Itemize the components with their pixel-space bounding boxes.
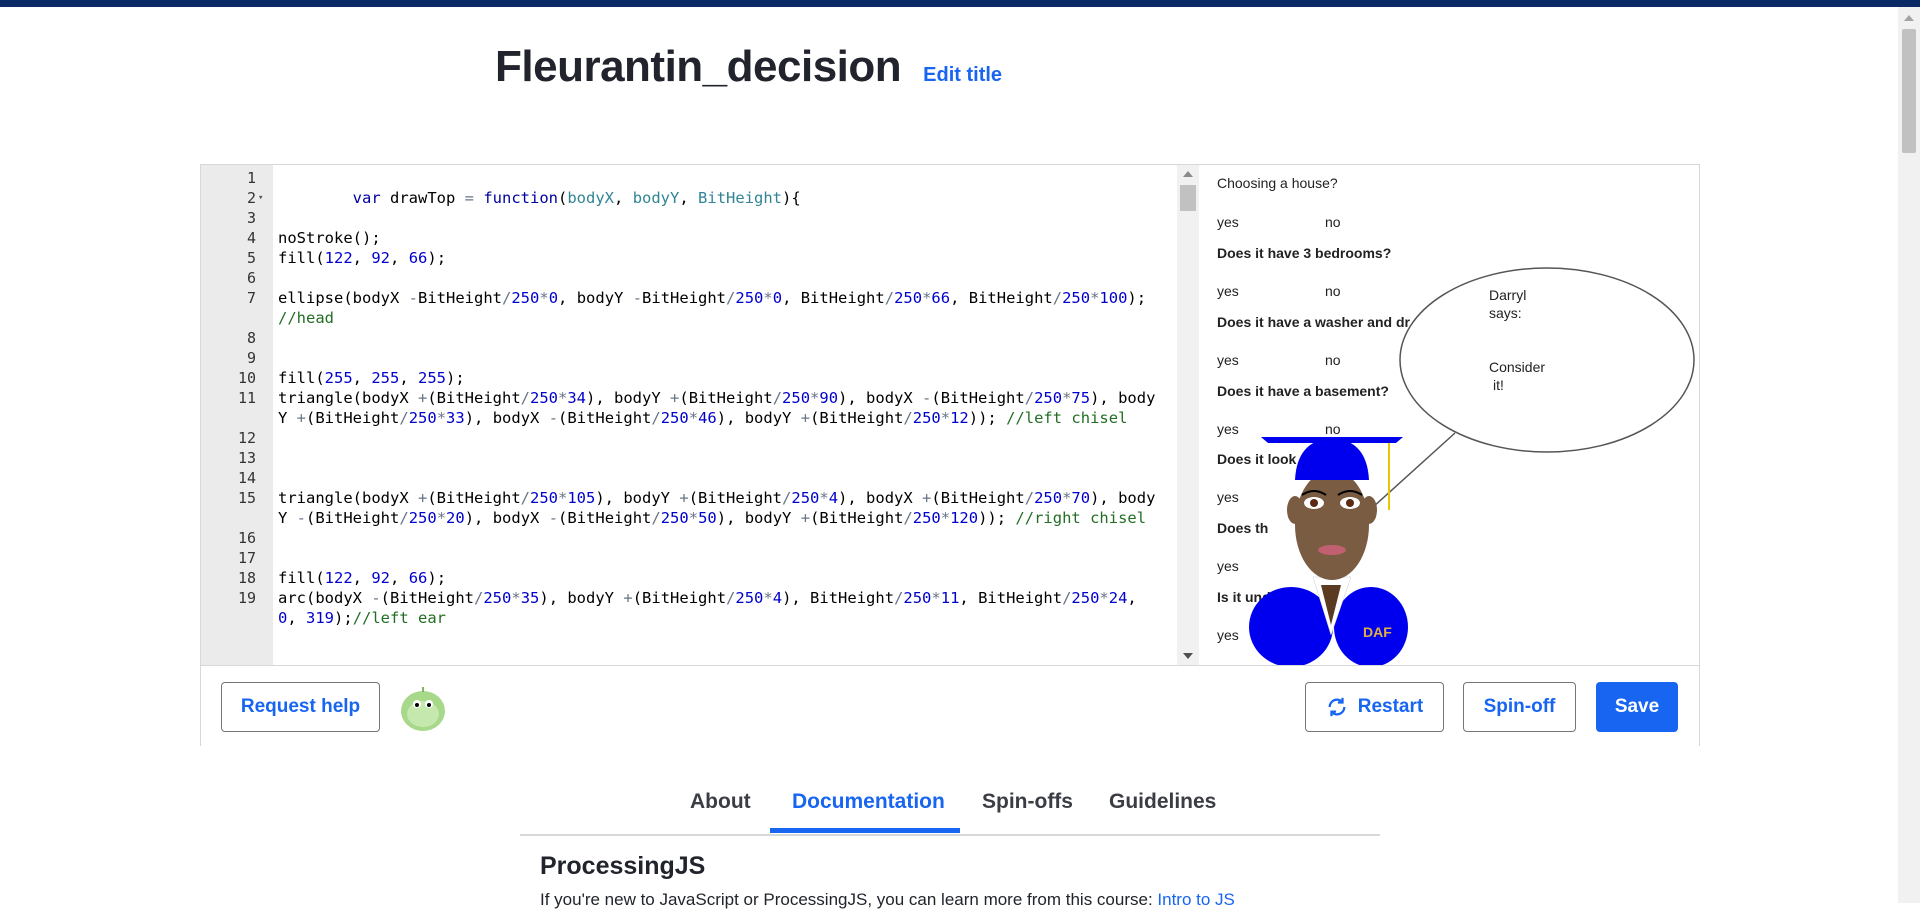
avatar-icon[interactable]	[399, 684, 447, 732]
restart-label: Restart	[1357, 696, 1424, 717]
code-text: ellipse(bodyX -BitHeight/250*0, bodyY -B…	[278, 289, 1156, 327]
code-line[interactable]: 6	[247, 268, 1163, 288]
tab-documentation[interactable]: Documentation	[792, 790, 945, 814]
bubble-text-3: Consider	[1489, 359, 1546, 375]
code-line[interactable]: 12	[238, 428, 1163, 448]
line-number: 7	[246, 289, 256, 307]
scroll-up-arrow-icon[interactable]	[1904, 15, 1914, 21]
line-number: 17	[237, 549, 256, 567]
spinoff-button[interactable]: Spin-off	[1463, 682, 1576, 732]
code-text: noStroke();	[278, 229, 381, 247]
editor-scroll-thumb[interactable]	[1180, 185, 1196, 211]
line-number: 4	[246, 229, 256, 247]
program-ide: 1 2 ▾ var drawTop = function(bodyX, bodyY…	[200, 164, 1700, 746]
active-tab-indicator	[770, 828, 960, 833]
code-line[interactable]: 4 noStroke();	[247, 228, 1163, 248]
fold-arrow-icon[interactable]: ▾	[258, 188, 263, 208]
top-bar	[0, 0, 1920, 7]
line-number: 13	[237, 449, 256, 467]
intro-to-js-link[interactable]: Intro to JS	[1157, 890, 1234, 909]
code-line[interactable]: 7 ellipse(bodyX -BitHeight/250*0, bodyY -…	[247, 288, 1163, 328]
line-number: 5	[246, 249, 256, 267]
line-number: 12	[237, 429, 256, 447]
ide-footer: Request help Restart Spin-off Save	[201, 665, 1699, 746]
code-line[interactable]: 1	[247, 168, 1163, 188]
page-scroll-thumb[interactable]	[1902, 29, 1916, 153]
code-line[interactable]: 9	[247, 348, 1163, 368]
editor-scrollbar[interactable]	[1177, 165, 1199, 665]
daf-badge: DAF	[1363, 624, 1392, 640]
code-text: fill(122, 92, 66);	[278, 569, 447, 587]
bubble-text-4: it!	[1493, 377, 1504, 393]
code-line[interactable]: 18 fill(122, 92, 66);	[238, 568, 1163, 588]
documentation-text: If you're new to JavaScript or Processin…	[540, 890, 1158, 909]
code-line[interactable]: 2 ▾ var drawTop = function(bodyX, bodyY, …	[247, 188, 1163, 208]
documentation-intro: If you're new to JavaScript or Processin…	[540, 890, 1235, 910]
code-text: triangle(bodyX +(BitHeight/250*34), body…	[278, 389, 1156, 427]
speech-bubble	[1399, 267, 1695, 453]
code-line[interactable]: 17	[238, 548, 1163, 568]
tab-spin-offs[interactable]: Spin-offs	[982, 790, 1073, 814]
scroll-down-icon[interactable]	[1183, 653, 1193, 659]
code-line[interactable]: 10 fill(255, 255, 255);	[238, 368, 1163, 388]
code-text: arc(bodyX -(BitHeight/250*35), bodyY +(B…	[278, 589, 1147, 627]
code-area[interactable]: 1 2 ▾ var drawTop = function(bodyX, bodyY…	[238, 168, 1163, 628]
code-line[interactable]: 15 triangle(bodyX +(BitHeight/250*105), b…	[238, 488, 1163, 528]
code-line[interactable]: 14	[238, 468, 1163, 488]
code-editor[interactable]: 1 2 ▾ var drawTop = function(bodyX, bodyY…	[201, 165, 1202, 665]
line-number: 6	[246, 269, 256, 287]
bubble-text-1: Darryl	[1489, 287, 1527, 303]
line-number: 15	[237, 489, 256, 507]
output-canvas[interactable]: Choosing a house? yes no Does it have 3 …	[1201, 165, 1699, 665]
code-line[interactable]: 8	[247, 328, 1163, 348]
request-help-button[interactable]: Request help	[221, 682, 380, 732]
restart-icon	[1328, 697, 1346, 717]
bubble-text-2: says:	[1489, 305, 1522, 321]
restart-button[interactable]: Restart	[1305, 682, 1444, 732]
edit-title-link[interactable]: Edit title	[923, 64, 1002, 87]
line-number: 18	[237, 569, 256, 587]
page-title: Fleurantin_decision	[495, 42, 902, 91]
code-line[interactable]: 13	[238, 448, 1163, 468]
line-number: 1	[246, 169, 256, 187]
tab-about[interactable]: About	[690, 790, 751, 814]
line-number: 11	[237, 389, 256, 407]
line-number: 16	[237, 529, 256, 547]
line-number: 3	[246, 209, 256, 227]
line-number: 2	[246, 189, 256, 207]
line-number: 10	[237, 369, 256, 387]
title-row: Fleurantin_decision Edit title	[495, 42, 1002, 92]
info-tabs: About Documentation Spin-offs Guidelines	[520, 770, 1380, 836]
scroll-up-icon[interactable]	[1183, 171, 1193, 177]
code-text: fill(122, 92, 66);	[278, 249, 447, 267]
line-number: 19	[237, 589, 256, 607]
save-button[interactable]: Save	[1596, 682, 1678, 732]
code-line[interactable]: 11 triangle(bodyX +(BitHeight/250*34), bo…	[238, 388, 1163, 428]
code-text: var drawTop = function(bodyX, bodyY, Bit…	[352, 189, 801, 207]
line-number: 8	[246, 329, 256, 347]
code-line[interactable]: 19 arc(bodyX -(BitHeight/250*35), bodyY +…	[238, 588, 1163, 628]
code-line[interactable]: 3	[247, 208, 1163, 228]
code-line[interactable]: 16	[238, 528, 1163, 548]
code-text: fill(255, 255, 255);	[278, 369, 465, 387]
page-scrollbar[interactable]	[1898, 7, 1920, 903]
line-number: 14	[237, 469, 256, 487]
code-text: triangle(bodyX +(BitHeight/250*105), bod…	[278, 489, 1156, 527]
character-illustration: DAF	[1249, 267, 1695, 665]
tab-guidelines[interactable]: Guidelines	[1109, 790, 1216, 814]
documentation-title: ProcessingJS	[540, 852, 706, 880]
line-number: 9	[246, 349, 256, 367]
code-line[interactable]: 5 fill(122, 92, 66);	[247, 248, 1163, 268]
